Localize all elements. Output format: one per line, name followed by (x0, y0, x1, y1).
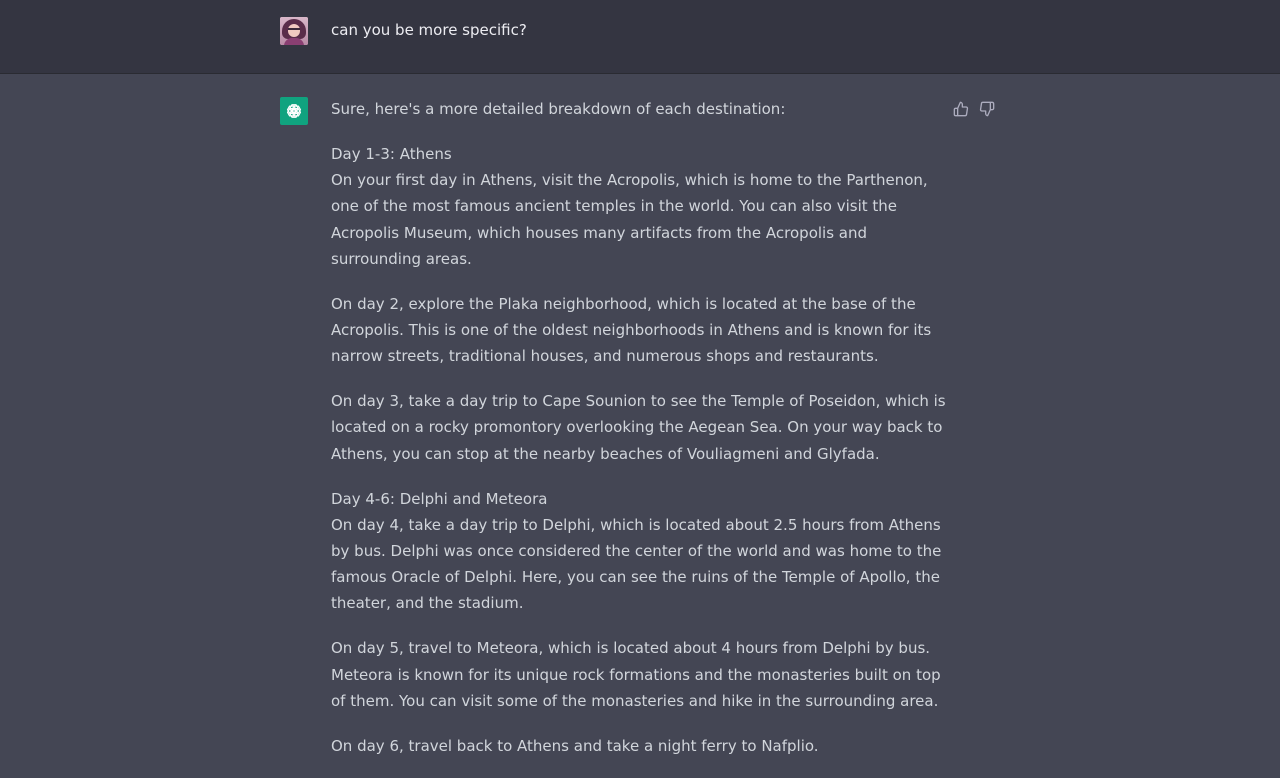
assistant-intro: Sure, here's a more detailed breakdown o… (331, 100, 786, 118)
openai-logo-icon (280, 97, 308, 125)
thumbs-up-icon[interactable] (952, 100, 970, 118)
section-heading: Day 4-6: Delphi and Meteora (331, 489, 548, 508)
paragraph-day-5: On day 5, travel to Meteora, which is lo… (331, 639, 941, 710)
paragraph-day-3: On day 3, take a day trip to Cape Sounio… (331, 392, 946, 463)
assistant-message-content: Sure, here's a more detailed breakdown o… (331, 96, 946, 778)
section-heading: Day 1-3: Athens (331, 145, 452, 163)
section-athens: Day 1-3: Athens On your first day in Ath… (331, 141, 946, 272)
paragraph-day-2: On day 2, explore the Plaka neighborhood… (331, 294, 932, 366)
thumbs-down-icon[interactable] (978, 100, 996, 118)
section-delphi-meteora: Day 4-6: Delphi and Meteora On day 4, ta… (331, 486, 946, 617)
user-message-row: can you be more specific? (0, 0, 1280, 74)
paragraph-day-4: On day 4, take a day trip to Delphi, whi… (331, 515, 942, 613)
assistant-message-row: Sure, here's a more detailed breakdown o… (0, 74, 1280, 755)
user-message-text: can you be more specific? (331, 21, 527, 39)
paragraph-day-1: On your first day in Athens, visit the A… (331, 171, 928, 268)
paragraph-day-6: On day 6, travel back to Athens and take… (331, 736, 819, 755)
user-avatar (280, 17, 308, 45)
